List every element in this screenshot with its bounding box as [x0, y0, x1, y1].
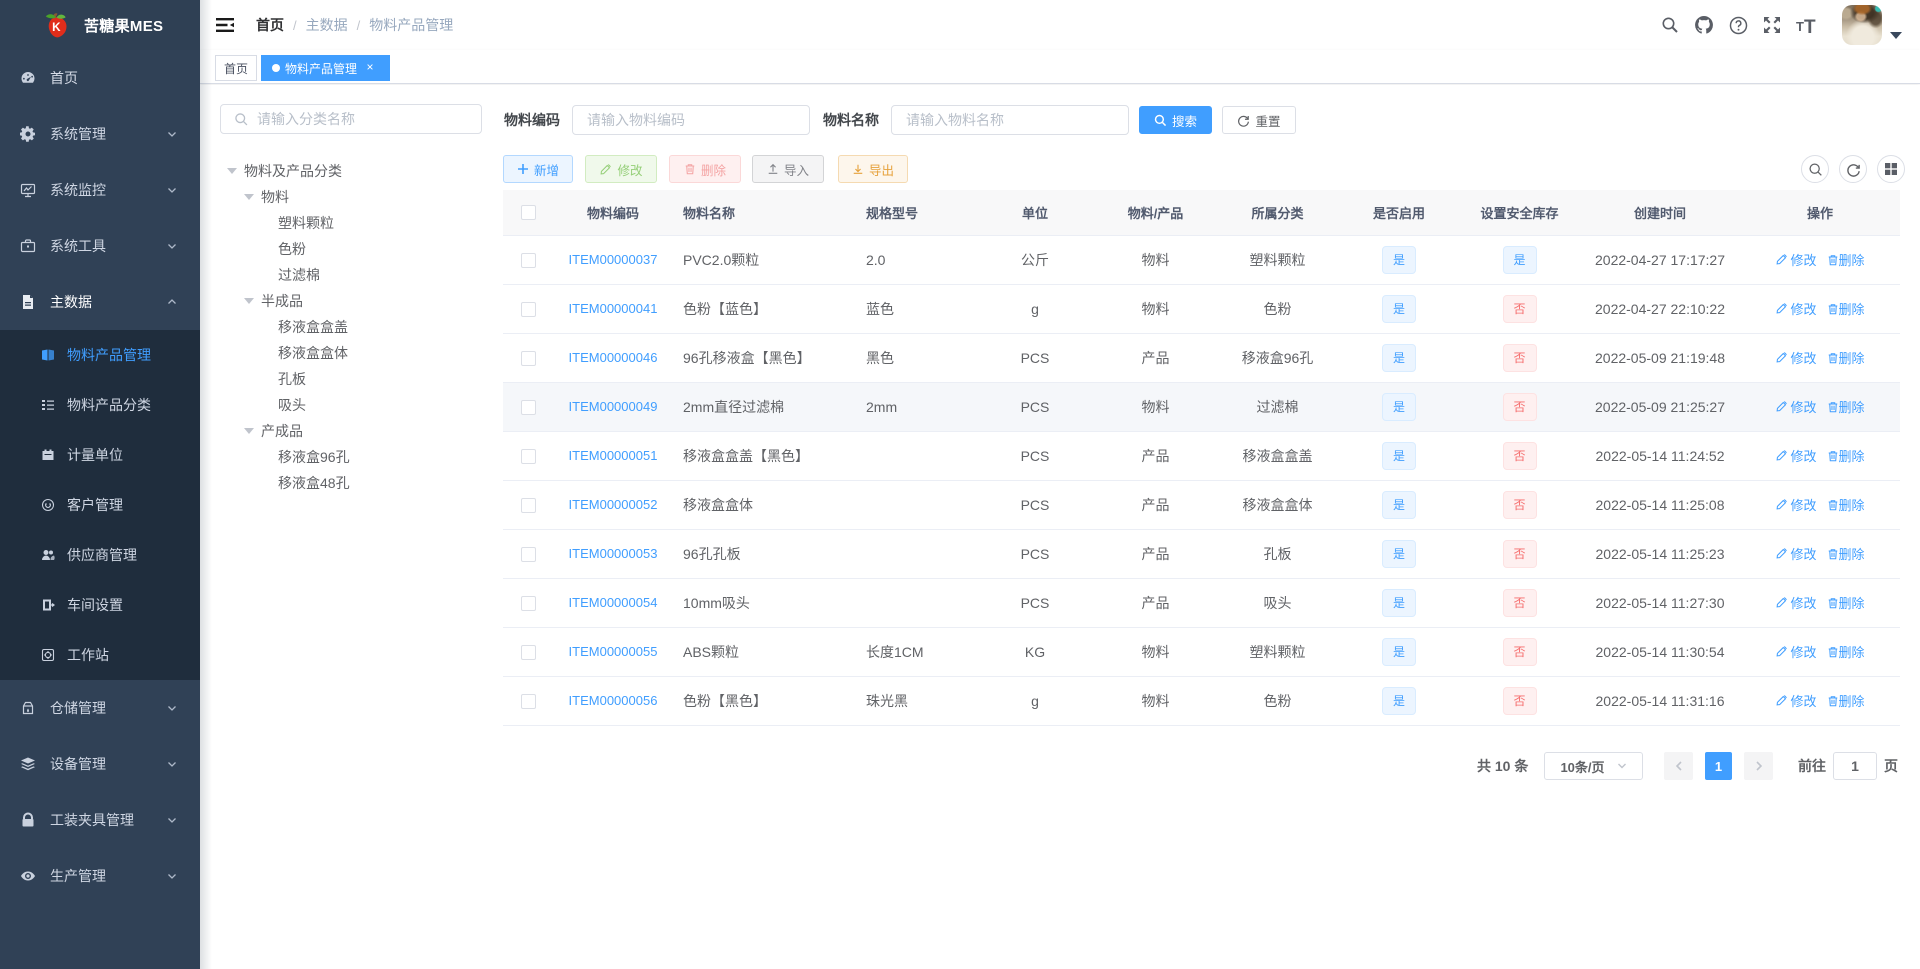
svg-text:T: T	[1804, 17, 1816, 35]
svg-text:T: T	[1796, 19, 1804, 34]
svg-text:K: K	[52, 20, 61, 33]
